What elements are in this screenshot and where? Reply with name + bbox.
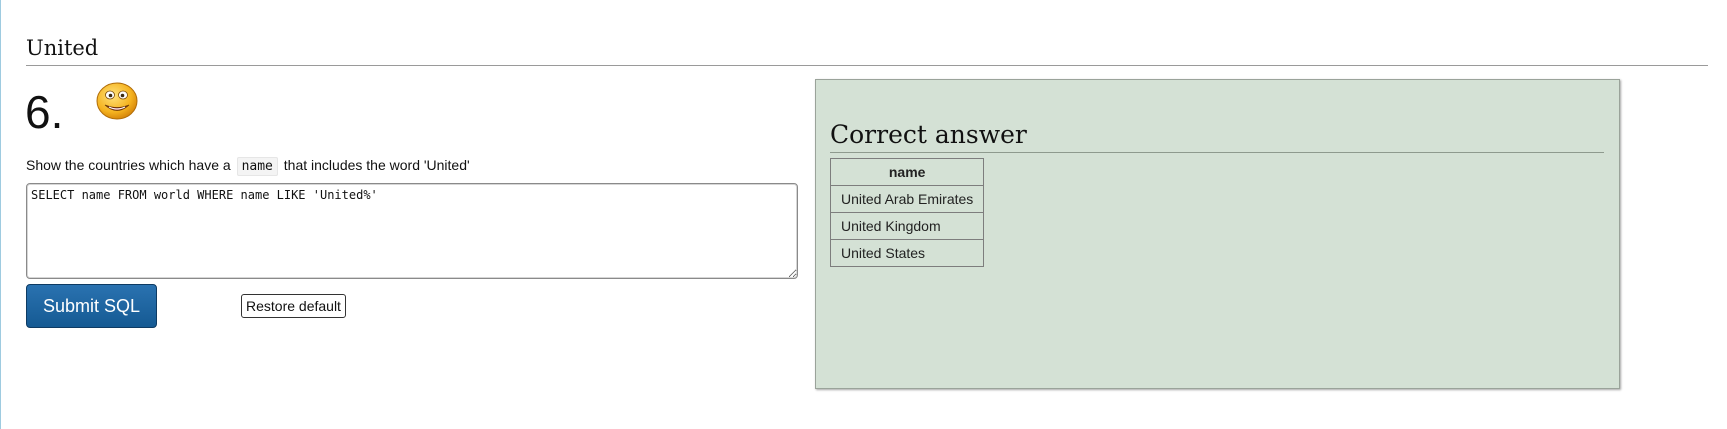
question-text-before: Show the countries which have a: [26, 157, 231, 173]
table-cell: United States: [829, 239, 985, 267]
section-divider: [26, 65, 1708, 66]
table-header-row: name: [829, 158, 985, 186]
smiley-face-icon: [96, 82, 138, 120]
table-row: United Arab Emirates: [829, 185, 985, 213]
table-cell: United Arab Emirates: [829, 185, 985, 213]
question-text-after: that includes the word 'United': [283, 157, 470, 173]
question-number: 6.: [25, 86, 64, 138]
answer-table: name United Arab Emirates United Kingdom…: [829, 158, 985, 267]
table-row: United States: [829, 239, 985, 267]
answer-title: Correct answer: [830, 120, 1027, 149]
submit-sql-button[interactable]: Submit SQL: [26, 284, 157, 328]
table-row: United Kingdom: [829, 212, 985, 240]
sql-editor[interactable]: SELECT name FROM world WHERE name LIKE '…: [26, 183, 798, 279]
table-cell: United Kingdom: [829, 212, 985, 240]
answer-panel[interactable]: Correct answer name United Arab Emirates…: [815, 79, 1620, 389]
code-name-keyword: name: [236, 157, 278, 176]
answer-divider: [830, 152, 1604, 153]
question-text: Show the countries which have a name tha…: [26, 156, 470, 176]
left-border-line: [0, 0, 1, 429]
column-header-name: name: [829, 158, 985, 186]
section-title: United: [26, 36, 99, 60]
restore-default-button[interactable]: Restore default: [241, 294, 346, 318]
